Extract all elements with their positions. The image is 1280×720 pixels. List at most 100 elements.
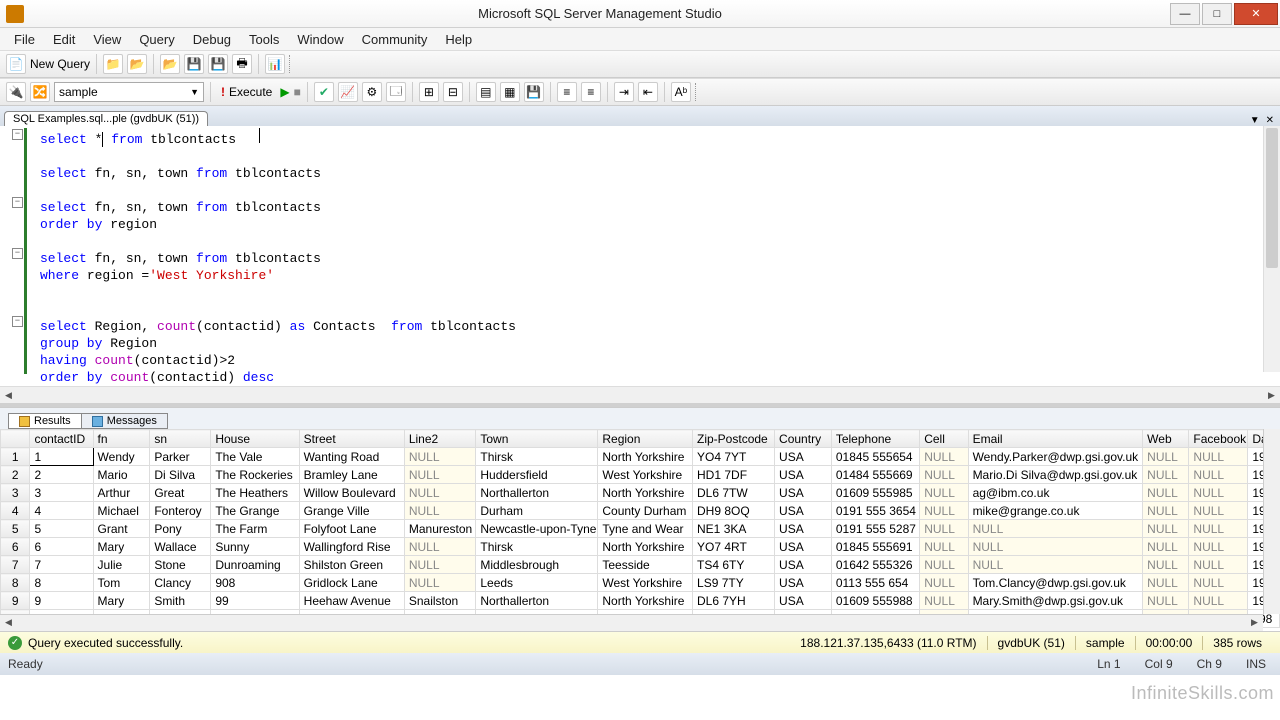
grid-cell[interactable]: NULL (1189, 448, 1248, 466)
grid-cell[interactable]: Di Silva (150, 466, 211, 484)
grid-cell[interactable]: Gridlock Lane (299, 574, 404, 592)
grid-cell[interactable]: Durham (476, 502, 598, 520)
column-header[interactable]: fn (93, 430, 150, 448)
grid-cell[interactable]: Northallerton (476, 592, 598, 610)
table-row[interactable]: 33ArthurGreatThe HeathersWillow Boulevar… (1, 484, 1280, 502)
column-header[interactable]: FacebookID (1189, 430, 1248, 448)
grid-cell[interactable]: NULL (1143, 574, 1189, 592)
minimize-button[interactable]: — (1170, 3, 1200, 25)
grid-cell[interactable]: Mario.Di Silva@dwp.gsi.gov.uk (968, 466, 1143, 484)
row-header[interactable]: 4 (1, 502, 30, 520)
column-header[interactable]: contactID (30, 430, 93, 448)
grid-cell[interactable]: NULL (1143, 502, 1189, 520)
row-header[interactable]: 2 (1, 466, 30, 484)
grid-cell[interactable]: NULL (404, 502, 476, 520)
column-header[interactable]: House (211, 430, 299, 448)
grid-cell[interactable]: Dunroaming (211, 556, 299, 574)
grid-cell[interactable]: Shilston Green (299, 556, 404, 574)
grid-cell[interactable]: 3 (30, 484, 93, 502)
table-row[interactable]: 77JulieStoneDunroamingShilston GreenNULL… (1, 556, 1280, 574)
grid-cell[interactable]: NULL (1143, 556, 1189, 574)
grid-cell[interactable]: USA (775, 556, 832, 574)
grid-cell[interactable]: North Yorkshire (598, 484, 693, 502)
uncomment-icon[interactable]: ≡ (581, 82, 601, 102)
tab-close-icon[interactable]: ✕ (1266, 115, 1274, 126)
row-header[interactable]: 8 (1, 574, 30, 592)
grid-cell[interactable]: 4 (30, 502, 93, 520)
tab-dropdown-icon[interactable]: ▼ (1250, 115, 1260, 126)
connect-icon[interactable]: 🔌 (6, 82, 26, 102)
row-header[interactable]: 9 (1, 592, 30, 610)
outdent-icon[interactable]: ⇤ (638, 82, 658, 102)
grid-cell[interactable]: NULL (404, 574, 476, 592)
intellisense-icon[interactable]: 🗔 (386, 82, 406, 102)
column-header[interactable] (1, 430, 30, 448)
stop-icon[interactable]: ■ (294, 85, 301, 99)
grid-cell[interactable]: NULL (1143, 592, 1189, 610)
grid-cell[interactable]: Smith (150, 592, 211, 610)
grid-cell[interactable]: Bramley Lane (299, 466, 404, 484)
grid-cell[interactable]: Manureston (404, 520, 476, 538)
database-combo[interactable]: sample ▼ (54, 82, 204, 102)
grid-cell[interactable]: NULL (1143, 484, 1189, 502)
grid-cell[interactable]: NULL (920, 592, 968, 610)
grid-cell[interactable]: Michael (93, 502, 150, 520)
grid-cell[interactable]: Tom.Clancy@dwp.gsi.gov.uk (968, 574, 1143, 592)
grid-cell[interactable]: NULL (1189, 502, 1248, 520)
grid-cell[interactable]: Sunny (211, 538, 299, 556)
table-row[interactable]: 11WendyParkerThe ValeWanting RoadNULLThi… (1, 448, 1280, 466)
execute-button[interactable]: ! Execute (217, 85, 276, 99)
column-header[interactable]: Line2 (404, 430, 476, 448)
row-header[interactable]: 3 (1, 484, 30, 502)
document-tab[interactable]: SQL Examples.sql...ple (gvdbUK (51)) (4, 111, 208, 126)
grid-cell[interactable]: 2 (30, 466, 93, 484)
grid-cell[interactable]: NULL (968, 520, 1143, 538)
grid-cell[interactable]: Northallerton (476, 484, 598, 502)
indent-icon[interactable]: ⇥ (614, 82, 634, 102)
results-tab[interactable]: Results (8, 413, 82, 429)
include-stats-icon[interactable]: ⊟ (443, 82, 463, 102)
column-header[interactable]: Web (1143, 430, 1189, 448)
grid-cell[interactable]: 7 (30, 556, 93, 574)
grid-cell[interactable]: 01609 555988 (831, 592, 919, 610)
row-header[interactable]: 6 (1, 538, 30, 556)
debug-icon[interactable]: ▶ (280, 85, 289, 99)
sql-editor[interactable]: − − − − select * from tblcontacts select… (0, 126, 1280, 386)
grid-cell[interactable]: 0191 555 3654 (831, 502, 919, 520)
specify-template-icon[interactable]: Aᵇ (671, 82, 691, 102)
grid-cell[interactable]: YO4 7YT (693, 448, 775, 466)
grid-cell[interactable]: NULL (920, 484, 968, 502)
grid-cell[interactable]: Teesside (598, 556, 693, 574)
new-query-icon[interactable]: 📄 (6, 54, 26, 74)
grid-cell[interactable]: NULL (1189, 538, 1248, 556)
grid-cell[interactable]: West Yorkshire (598, 574, 693, 592)
grid-cell[interactable]: 01642 555326 (831, 556, 919, 574)
menu-edit[interactable]: Edit (45, 30, 83, 49)
grid-cell[interactable]: NULL (920, 502, 968, 520)
open-project-icon[interactable]: 📁 (103, 54, 123, 74)
column-header[interactable]: Region (598, 430, 693, 448)
grid-cell[interactable]: Wallace (150, 538, 211, 556)
grid-cell[interactable]: NULL (404, 484, 476, 502)
grid-cell[interactable]: Willow Boulevard (299, 484, 404, 502)
grid-cell[interactable]: 99 (211, 592, 299, 610)
grid-cell[interactable]: 0191 555 5287 (831, 520, 919, 538)
menu-query[interactable]: Query (131, 30, 182, 49)
grid-cell[interactable]: NULL (1143, 520, 1189, 538)
grid-cell[interactable]: The Farm (211, 520, 299, 538)
grid-cell[interactable]: YO7 4RT (693, 538, 775, 556)
grid-cell[interactable]: 9 (30, 592, 93, 610)
column-header[interactable]: Town (476, 430, 598, 448)
comment-icon[interactable]: ≡ (557, 82, 577, 102)
fold-icon[interactable]: − (12, 248, 23, 259)
new-query-button[interactable]: New Query (30, 57, 90, 71)
parse-icon[interactable]: ✔ (314, 82, 334, 102)
grid-cell[interactable]: USA (775, 502, 832, 520)
grid-cell[interactable]: NULL (920, 538, 968, 556)
grid-cell[interactable]: Julie (93, 556, 150, 574)
column-header[interactable]: Country (775, 430, 832, 448)
grid-cell[interactable]: NULL (1143, 466, 1189, 484)
row-header[interactable]: 7 (1, 556, 30, 574)
menu-view[interactable]: View (85, 30, 129, 49)
grid-cell[interactable]: NULL (968, 556, 1143, 574)
